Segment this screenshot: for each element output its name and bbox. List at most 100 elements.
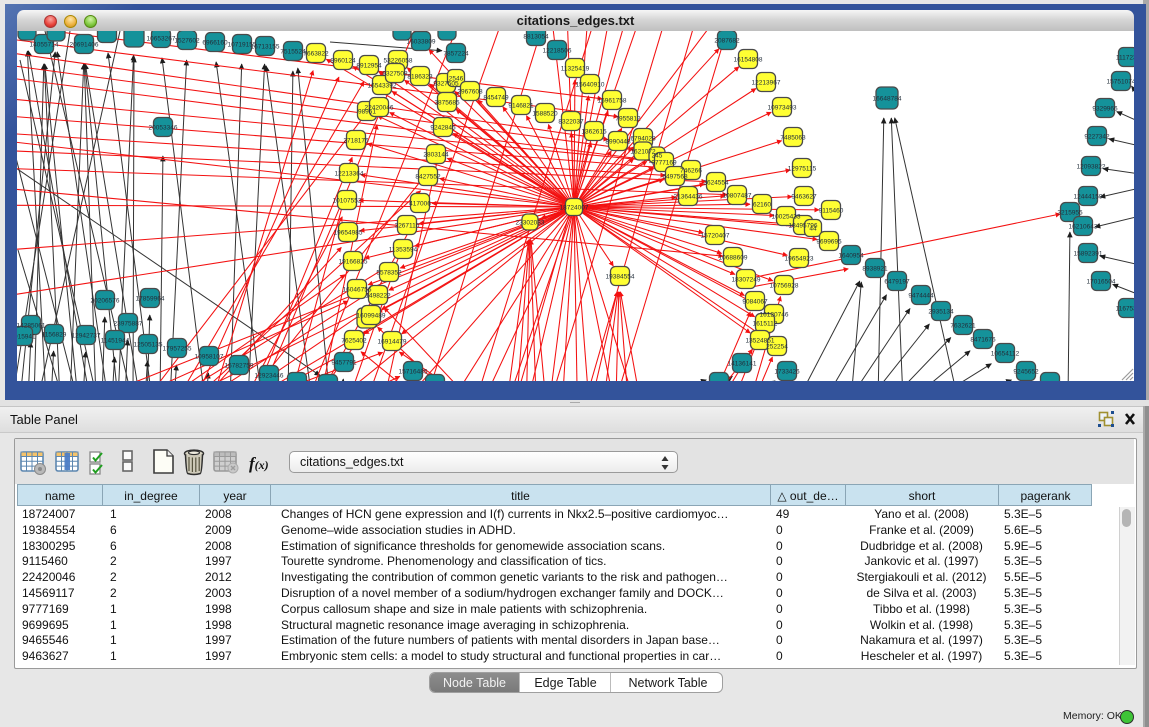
svg-text:3624554: 3624554: [703, 180, 729, 187]
svg-text:16099489: 16099489: [357, 313, 386, 320]
svg-text:19654985: 19654985: [334, 230, 363, 237]
svg-text:9329966: 9329966: [1092, 106, 1118, 113]
svg-text:16961758: 16961758: [598, 98, 627, 105]
svg-text:16033809: 16033809: [407, 39, 436, 46]
svg-text:3915941: 3915941: [17, 334, 36, 341]
svg-text:17016504: 17016504: [1087, 279, 1116, 286]
svg-text:7485063: 7485063: [780, 135, 806, 142]
svg-text:9457791: 9457791: [331, 360, 357, 367]
svg-text:7857224: 7857224: [443, 51, 469, 58]
svg-text:252254: 252254: [766, 344, 788, 351]
svg-text:1615112: 1615112: [753, 321, 778, 328]
svg-text:11325419: 11325419: [561, 66, 590, 73]
svg-text:16648784: 16648784: [873, 96, 902, 103]
svg-text:15716485: 15716485: [399, 369, 428, 376]
svg-text:20691406: 20691406: [70, 42, 99, 49]
svg-text:16782759: 16782759: [225, 363, 254, 370]
svg-text:9777169: 9777169: [651, 160, 677, 167]
svg-text:10025433: 10025433: [772, 214, 801, 221]
svg-text:7515524: 7515524: [280, 49, 306, 56]
svg-text:16154808: 16154808: [734, 57, 763, 64]
svg-text:12093822: 12093822: [1077, 164, 1106, 171]
svg-text:11353594: 11353594: [389, 247, 418, 254]
svg-text:1156829: 1156829: [42, 332, 67, 339]
svg-text:7632621: 7632621: [950, 323, 976, 330]
svg-text:20206576: 20206576: [91, 298, 120, 305]
svg-text:9474444: 9474444: [908, 293, 934, 300]
svg-text:16543392: 16543392: [368, 83, 397, 90]
svg-text:15640910: 15640910: [576, 82, 605, 89]
svg-text:1498222: 1498222: [365, 293, 391, 300]
svg-text:10807487: 10807487: [723, 193, 752, 200]
svg-text:8186323: 8186323: [407, 74, 433, 81]
svg-text:8322037: 8322037: [558, 119, 584, 126]
svg-text:8427552: 8427552: [415, 174, 441, 181]
svg-text:245: 245: [652, 153, 663, 160]
svg-text:20053346: 20053346: [149, 125, 178, 132]
svg-text:9245652: 9245652: [1013, 369, 1039, 376]
svg-text:10653267: 10653267: [147, 36, 176, 43]
svg-text:16120746: 16120746: [760, 312, 789, 319]
svg-text:14136141: 14136141: [728, 361, 757, 368]
svg-text:2935134: 2935134: [928, 309, 954, 316]
svg-text:17859964: 17859964: [136, 296, 165, 303]
svg-text:12218506: 12218506: [543, 48, 572, 55]
svg-text:23302033: 23302033: [516, 220, 545, 227]
svg-text:10958107: 10958107: [195, 354, 224, 361]
svg-text:10973493: 10973493: [768, 105, 797, 112]
svg-text:6497568: 6497568: [662, 174, 688, 181]
svg-text:8912954: 8912954: [356, 63, 382, 70]
svg-text:8813054: 8813054: [523, 34, 549, 41]
svg-text:6479197: 6479197: [884, 279, 910, 286]
svg-text:12505135: 12505135: [134, 342, 163, 349]
svg-text:16914479: 16914479: [378, 339, 407, 346]
svg-text:417006: 417006: [409, 201, 431, 208]
svg-text:5578352: 5578352: [376, 270, 402, 277]
svg-text:9146821: 9146821: [508, 103, 534, 110]
svg-text:6794028: 6794028: [630, 136, 656, 143]
svg-text:7955812: 7955812: [615, 116, 641, 123]
svg-text:12213967: 12213967: [752, 80, 781, 87]
svg-text:16713155: 16713155: [251, 44, 280, 51]
svg-text:21364436: 21364436: [674, 194, 703, 201]
svg-text:12444159: 12444159: [1074, 194, 1103, 201]
svg-text:23975887: 23975887: [114, 321, 143, 328]
svg-text:11451944: 11451944: [101, 338, 130, 345]
svg-text:7663822: 7663822: [303, 51, 329, 58]
svg-text:19654923: 19654923: [785, 256, 814, 263]
svg-text:1527602: 1527602: [174, 38, 200, 45]
svg-text:1733426: 1733426: [774, 369, 800, 376]
svg-text:12923446: 12923446: [255, 373, 284, 380]
svg-text:1362615: 1362615: [581, 129, 607, 136]
svg-text:6966160: 6966160: [202, 40, 228, 47]
svg-text:1640954: 1640954: [838, 253, 864, 260]
svg-text:3267110: 3267110: [395, 223, 420, 230]
svg-text:12942737: 12942737: [72, 333, 101, 340]
svg-text:2967608: 2967608: [457, 89, 483, 96]
svg-text:53226058: 53226058: [384, 58, 413, 65]
svg-text:15892391: 15892391: [1074, 251, 1103, 258]
svg-text:2718176: 2718176: [343, 138, 369, 145]
svg-text:8960124: 8960124: [330, 58, 356, 65]
svg-text:14285061: 14285061: [17, 323, 46, 330]
svg-text:7625402: 7625402: [341, 338, 367, 345]
svg-text:2546: 2546: [449, 76, 464, 83]
svg-text:19166825: 19166825: [339, 259, 368, 266]
svg-text:8990448: 8990448: [605, 139, 631, 146]
svg-text:1117233: 1117233: [1116, 55, 1134, 62]
svg-text:12213364: 12213364: [335, 171, 364, 178]
svg-text:9327508: 9327508: [382, 71, 408, 78]
svg-text:8454749: 8454749: [483, 95, 509, 102]
svg-text:62160: 62160: [753, 202, 771, 209]
svg-text:2087682: 2087682: [714, 38, 740, 45]
svg-text:9084067: 9084067: [742, 299, 768, 306]
svg-text:15720407: 15720407: [701, 233, 730, 240]
svg-text:14055714: 14055714: [30, 42, 59, 49]
svg-text:44: 44: [809, 226, 817, 233]
svg-text:3875685: 3875685: [434, 100, 460, 107]
svg-text:10654112: 10654112: [991, 351, 1020, 358]
svg-text:2803144: 2803144: [423, 152, 449, 159]
svg-text:9699695: 9699695: [816, 239, 842, 246]
svg-text:8471676: 8471676: [970, 337, 996, 344]
svg-text:10107552: 10107552: [333, 198, 362, 205]
